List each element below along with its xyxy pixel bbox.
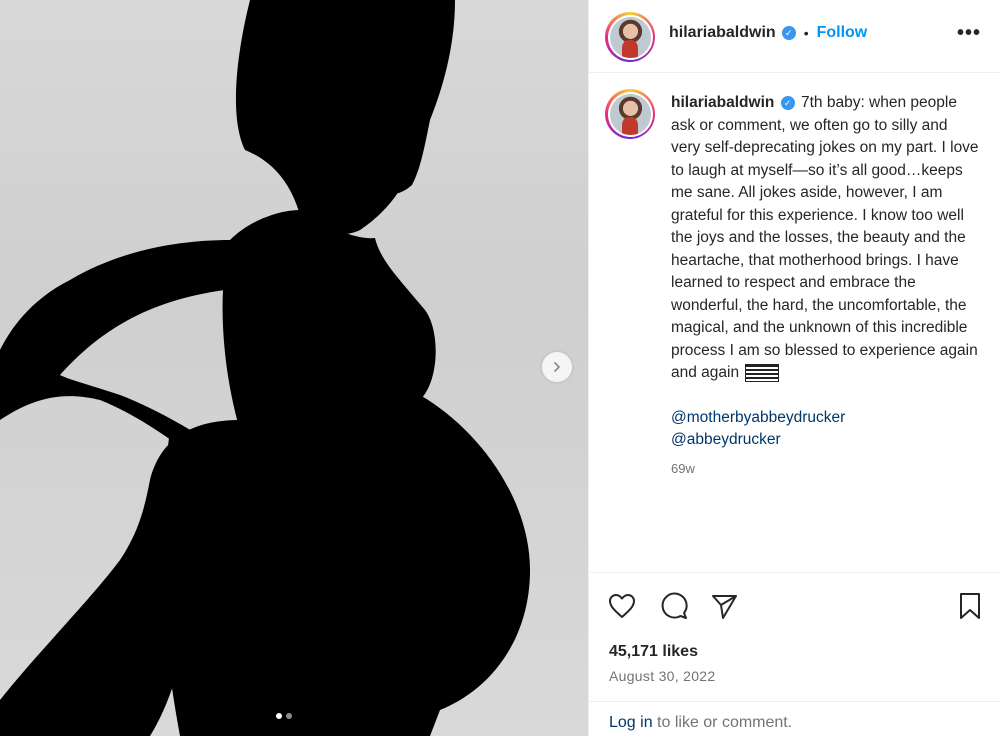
carousel-dot — [286, 713, 292, 719]
more-options-icon[interactable]: ••• — [957, 22, 981, 45]
carousel-indicator — [276, 713, 292, 719]
verified-badge-icon: ✓ — [781, 26, 796, 40]
post-header: hilariabaldwin ✓ • Follow ••• — [589, 0, 1000, 73]
post-caption: hilariabaldwin ✓ 7th baby: when people a… — [671, 92, 981, 480]
like-button[interactable] — [607, 591, 637, 621]
header-separator: • — [803, 25, 809, 41]
mention-link[interactable]: @abbeydrucker — [671, 429, 981, 452]
post-side-panel: hilariabaldwin ✓ • Follow ••• hilariabal… — [588, 0, 1000, 736]
comment-icon — [661, 592, 688, 619]
heart-icon — [609, 594, 635, 618]
verified-badge-icon: ✓ — [780, 95, 795, 110]
bookmark-icon — [960, 593, 980, 619]
flag-emoji-icon — [745, 363, 780, 382]
post-photo[interactable] — [0, 0, 588, 736]
caption-avatar[interactable] — [605, 89, 655, 139]
share-button[interactable] — [709, 591, 739, 621]
save-button[interactable] — [955, 591, 985, 621]
login-link[interactable]: Log in — [609, 714, 653, 731]
avatar[interactable] — [605, 12, 655, 62]
caption-text: 7th baby: when people ask or comment, we… — [671, 94, 979, 381]
login-prompt: Log in to like or comment. — [589, 701, 1000, 738]
pregnant-silhouette-image — [0, 0, 531, 736]
caption-username[interactable]: hilariabaldwin — [671, 94, 774, 111]
chevron-right-icon — [554, 362, 560, 372]
post-date: August 30, 2022 — [609, 668, 716, 684]
header-username[interactable]: hilariabaldwin — [669, 24, 776, 42]
login-prompt-text: Log in to like or comment. — [609, 714, 792, 732]
carousel-dot-active — [276, 713, 282, 719]
post-actions: 45,171 likes August 30, 2022 Log in to l… — [589, 572, 1000, 737]
caption-avatar-image — [609, 93, 651, 135]
send-icon — [712, 595, 737, 619]
carousel-next-button[interactable] — [542, 352, 572, 382]
mention-link[interactable]: @motherbyabbeydrucker — [671, 407, 981, 430]
login-prompt-rest: to like or comment. — [652, 714, 793, 731]
like-count[interactable]: 45,171 likes — [609, 643, 698, 661]
post-time-ago[interactable]: 69w — [671, 458, 981, 481]
header-user-line: hilariabaldwin ✓ • Follow — [669, 24, 867, 42]
comment-button[interactable] — [659, 591, 689, 621]
follow-button[interactable]: Follow — [817, 24, 868, 42]
avatar-image — [609, 16, 651, 58]
